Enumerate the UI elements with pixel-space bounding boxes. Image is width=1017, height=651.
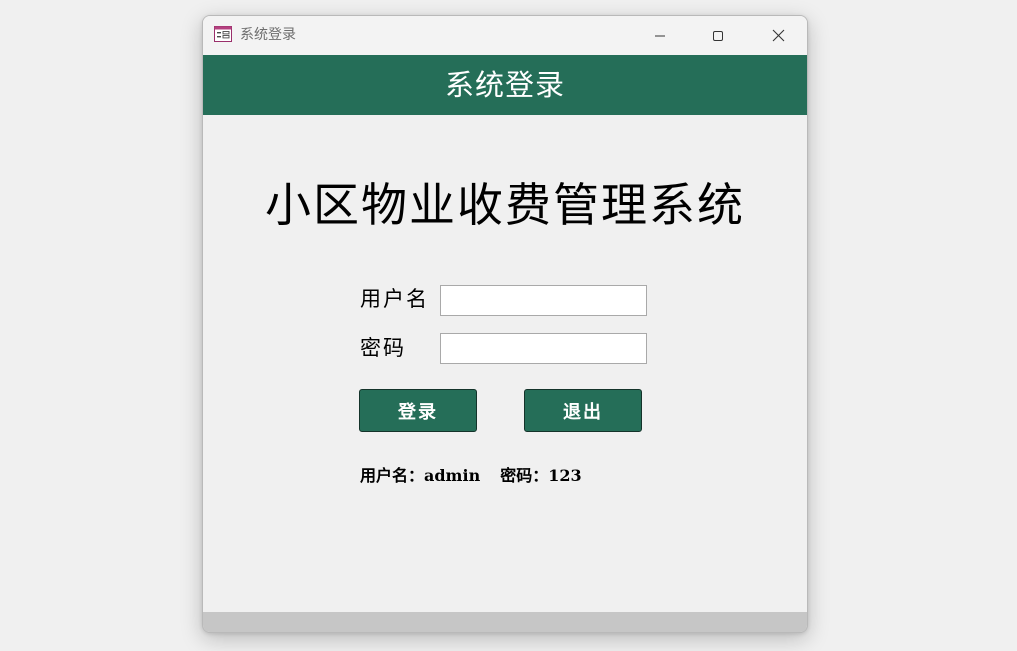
minimize-button[interactable] (631, 16, 689, 55)
hint-password: 密码：123 (500, 466, 582, 485)
username-input[interactable] (440, 285, 647, 316)
password-input[interactable] (440, 333, 647, 364)
password-label: 密码 (360, 336, 406, 360)
exit-button[interactable]: 退出 (524, 389, 642, 432)
window-title: 系统登录 (240, 27, 296, 43)
desktop: 系统登录 系统登录 小区物业收费管理系统 用户名 密码 登录 退出 用户名：ad… (0, 0, 1017, 651)
minimize-icon (655, 35, 665, 36)
form-window-icon (214, 26, 232, 42)
close-icon (772, 29, 784, 42)
system-title: 小区物业收费管理系统 (265, 178, 745, 232)
credentials-hint: 用户名：admin 密码：123 (360, 465, 582, 487)
hint-username: 用户名：admin (360, 466, 481, 485)
header-title: 系统登录 (444, 68, 565, 102)
maximize-icon (713, 30, 723, 41)
status-bar (203, 612, 807, 632)
login-window: 系统登录 系统登录 小区物业收费管理系统 用户名 密码 登录 退出 用户名：ad… (202, 15, 808, 633)
maximize-button[interactable] (689, 16, 747, 55)
header-band: 系统登录 (203, 55, 807, 115)
login-button[interactable]: 登录 (359, 389, 477, 432)
username-label: 用户名 (360, 287, 429, 311)
login-form: 小区物业收费管理系统 用户名 密码 登录 退出 用户名：admin 密码：123 (203, 115, 807, 612)
title-bar[interactable]: 系统登录 (203, 16, 807, 55)
close-button[interactable] (749, 16, 807, 55)
